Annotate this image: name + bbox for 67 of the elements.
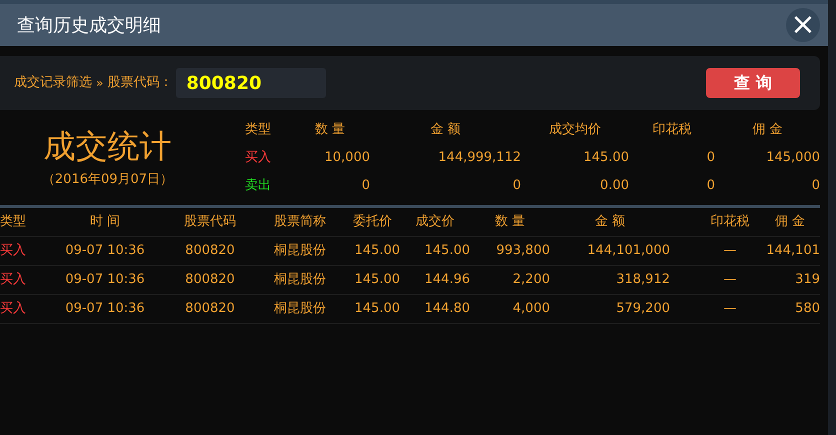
stat-value: 145,000 [765,149,820,168]
table-cell-text: 800820 [184,300,236,318]
table-cell-text: 4,000 [512,300,550,318]
column-header: 金 额 [594,213,626,232]
table-cell-text: 800820 [184,242,236,260]
table-cell-text: 桐昆股份 [273,271,327,290]
trade-type: 买入 [245,149,272,168]
table-cell-text: 桐昆股份 [273,300,327,318]
table-cell-text: 319 [794,271,820,290]
table-cell-text: 144,101,000 [586,242,671,260]
trade-type: 卖出 [245,177,272,196]
column-header: 印花税 [710,213,750,232]
table-cell-text: 318,912 [615,271,671,290]
table-cell-text: 145.00 [354,271,400,290]
column-header: 佣 金 [774,213,806,232]
stat-value: 0 [810,177,820,196]
column-header: 类型 [245,121,272,140]
table-cell-text: 2,200 [512,271,550,290]
window-title: 查询历史成交明细 [17,14,161,38]
column-header: 印花税 [652,121,692,140]
column-header: 佣 金 [751,121,784,140]
stats-title: 成交统计 [44,126,172,166]
column-header: 类型 [0,213,27,232]
stat-value: 0 [360,177,370,196]
table-cell-text: 09-07 10:36 [64,300,146,318]
table-cell-text: 993,800 [495,242,550,260]
column-header: 成交价 [414,213,456,232]
column-header: 时 间 [88,213,122,232]
table-cell-text: — [722,242,738,260]
column-header: 数 量 [494,213,526,232]
stock-code-field[interactable]: 800820 [176,68,326,98]
table-cell-text: — [722,300,738,318]
table-cell-text: — [722,271,738,290]
column-header: 数 量 [314,121,346,140]
stat-value: 10,000 [324,149,370,168]
column-header: 成交均价 [548,121,602,140]
separator-glyph: » [96,75,104,92]
column-header: 金 额 [429,121,462,140]
stat-value: 145.00 [582,149,629,168]
stat-value: 0 [706,149,715,168]
stat-value: 0 [512,177,521,196]
stat-value: 0.00 [599,177,629,196]
table-cell-text: 800820 [184,271,236,290]
stat-value: 144,999,112 [437,149,521,168]
table-cell-text: 144.80 [424,300,470,318]
column-header: 股票简称 [273,213,327,232]
column-header: 委托价 [352,213,393,232]
trade-type: 买入 [0,271,27,290]
table-cell-text: 145.00 [354,242,400,260]
filter-label: 成交记录筛选 [14,74,92,92]
table-cell-text: 桐昆股份 [273,242,327,260]
table-cell-text: 144.96 [424,271,470,290]
table-cell-text: 09-07 10:36 [64,271,146,290]
query-button[interactable]: 查 询 [706,68,800,98]
trade-type: 买入 [0,242,27,260]
table-cell-text: 145.00 [424,242,470,260]
table-cell-text: 144,101 [765,242,820,260]
trade-type: 买入 [0,300,27,318]
table-cell-text: 09-07 10:36 [64,242,146,260]
column-header: 股票代码 [183,213,237,232]
table-cell-text: 145.00 [354,300,400,318]
table-cell-text: 580 [794,300,820,318]
stat-value: 0 [706,177,715,196]
close-button[interactable]: × [786,8,820,42]
stats-date: （2016年09月07日） [42,171,174,189]
field-label: 股票代码： [107,74,172,92]
table-cell-text: 579,200 [615,300,671,318]
